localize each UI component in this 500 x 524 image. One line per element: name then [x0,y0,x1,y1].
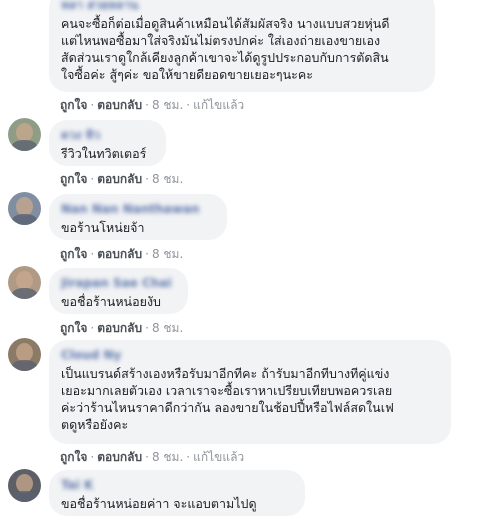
comment-actions: ถูกใจ · ตอบกลับ · 8 ชม. [60,321,184,335]
like-link[interactable]: ถูกใจ [60,172,87,186]
like-link[interactable]: ถูกใจ [60,321,87,335]
comment-text: ขอชื่อร้านหน่อยงับ [61,294,161,309]
comment-bubble: ดวง ทิว รีวิวในทวิตเตอร์ [49,120,166,166]
reply-link[interactable]: ตอบกลับ [97,98,142,112]
comment-bubble: หลา สวยหลาน คนจะซื้อก็ต่อเมื่อดูสินค้าเห… [49,0,435,92]
avatar[interactable] [8,118,41,151]
like-link[interactable]: ถูกใจ [60,247,87,261]
comment-text: ขอร้านโหน่ยจ้า [61,220,145,235]
comment-thread: หลา สวยหลาน คนจะซื้อก็ต่อเมื่อดูสินค้าเห… [0,0,500,524]
comment-actions: ถูกใจ · ตอบกลับ · 8 ชม. · แก้ไขแล้ว [60,450,245,464]
comment-author[interactable]: Nan Nan Nanthawan [61,202,215,217]
avatar[interactable] [8,192,41,225]
comment-timestamp[interactable]: 8 ชม. [152,98,183,112]
edited-label: แก้ไขแล้ว [193,98,245,112]
comment-author[interactable]: Cloud Ny [61,348,439,363]
comment-text: ขอชื่อร้านหน่อยค่าา จะแอบตามไปดู [61,496,257,511]
reply-link[interactable]: ตอบกลับ [97,450,142,464]
reply-link[interactable]: ตอบกลับ [97,247,142,261]
comment-text: รีวิวในทวิตเตอร์ [61,146,147,161]
comment-timestamp[interactable]: 8 ชม. [152,321,183,335]
comment-text: เป็นแบรนด์สร้างเองหรือรับมาอีกทีคะ ถ้ารั… [61,366,394,432]
comment-bubble: Jirapan Sae Chai ขอชื่อร้านหน่อยงับ [49,268,188,314]
comment-author[interactable]: Tai K [61,478,293,493]
comment-actions: ถูกใจ · ตอบกลับ · 8 ชม. · แก้ไขแล้ว [60,98,245,112]
reply-link[interactable]: ตอบกลับ [97,321,142,335]
avatar[interactable] [8,338,41,371]
comment-author[interactable]: หลา สวยหลาน [61,0,423,13]
comment-actions: ถูกใจ · ตอบกลับ · 8 ชม. [60,247,184,261]
comment-timestamp[interactable]: 8 ชม. [152,450,183,464]
avatar[interactable] [8,469,41,502]
like-link[interactable]: ถูกใจ [60,450,87,464]
edited-label: แก้ไขแล้ว [193,450,245,464]
comment-timestamp[interactable]: 8 ชม. [152,172,183,186]
like-link[interactable]: ถูกใจ [60,98,87,112]
comment-text: คนจะซื้อก็ต่อเมื่อดูสินค้าเหมือนได้สัมผั… [61,16,390,82]
reply-link[interactable]: ตอบกลับ [97,172,142,186]
comment-bubble: Cloud Ny เป็นแบรนด์สร้างเองหรือรับมาอีกท… [49,340,451,444]
comment-timestamp[interactable]: 8 ชม. [152,247,183,261]
avatar[interactable] [8,266,41,299]
comment-author[interactable]: Jirapan Sae Chai [61,276,176,291]
comment-bubble: Nan Nan Nanthawan ขอร้านโหน่ยจ้า [49,194,227,240]
comment-author[interactable]: ดวง ทิว [61,128,154,143]
comment-bubble: Tai K ขอชื่อร้านหน่อยค่าา จะแอบตามไปดู [49,470,305,516]
comment-actions: ถูกใจ · ตอบกลับ · 8 ชม. [60,172,184,186]
